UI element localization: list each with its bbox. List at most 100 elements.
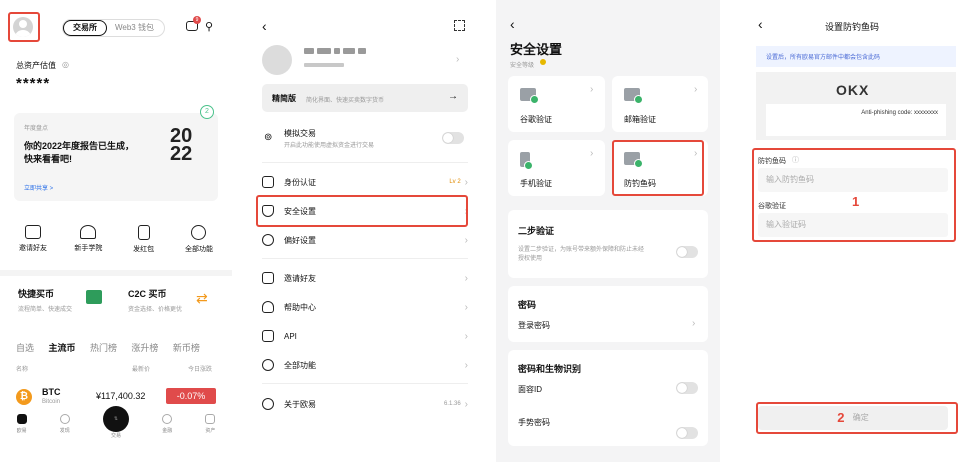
tab-web3-wallet[interactable]: Web3 钱包 bbox=[106, 21, 163, 35]
login-password-item[interactable]: 登录密码 bbox=[518, 320, 550, 331]
app-version: 6.1.36 bbox=[443, 401, 461, 407]
back-icon[interactable]: ‹ bbox=[510, 16, 515, 32]
two-step-desc-2: 授权使用 bbox=[518, 256, 543, 262]
tab-favorites[interactable]: 自选 bbox=[16, 343, 34, 353]
face-id-toggle[interactable] bbox=[676, 382, 698, 394]
menu-preferences[interactable]: 偏好设置 › bbox=[262, 226, 468, 254]
two-step-title: 二步验证 bbox=[518, 226, 555, 236]
two-step-toggle[interactable] bbox=[676, 246, 698, 258]
anti-phishing-screen: ‹ 设置防钓鱼码 设置后，所有欧易官方邮件中都会包含此码 OKX Anti-ph… bbox=[740, 0, 964, 462]
invite-icon bbox=[262, 272, 274, 284]
anti-phishing-input[interactable]: 输入防钓鱼码 bbox=[758, 168, 948, 192]
nav-discover[interactable]: 发现 bbox=[59, 414, 70, 439]
graduation-icon bbox=[80, 225, 97, 239]
more-icon bbox=[191, 225, 207, 240]
report-tag: 年度盘点 bbox=[24, 126, 49, 132]
red-packet-icon bbox=[137, 225, 150, 240]
tab-exchange[interactable]: 交易所 bbox=[64, 21, 106, 35]
masked-uid bbox=[304, 63, 344, 67]
google-code-input[interactable]: 输入验证码 bbox=[758, 213, 948, 237]
demo-trading-row: ⊚ 模拟交易 开启此功能使用虚拟资金进行交易 bbox=[262, 124, 468, 154]
chevron-right-icon: › bbox=[464, 234, 468, 246]
phone-icon bbox=[520, 152, 533, 170]
quick-all[interactable]: 全部功能 bbox=[176, 225, 222, 254]
report-title-1: 你的2022年度报告已生成， bbox=[24, 141, 135, 151]
tab-gainers[interactable]: 涨升榜 bbox=[131, 343, 158, 353]
menu-all-features[interactable]: 全部功能 › bbox=[262, 351, 468, 379]
row-change: -0.07% bbox=[166, 388, 216, 404]
headset-icon bbox=[262, 301, 274, 313]
nav-trade[interactable]: ⇅ 交易 bbox=[103, 406, 129, 439]
back-icon[interactable]: ‹ bbox=[262, 18, 267, 34]
anti-phishing-sample: Anti-phishing code: xxxxxxxx bbox=[861, 110, 938, 116]
security-settings-screen: ‹ 安全设置 安全等级 › 谷歌验证 › 邮箱验证 › 手机验证 › 防钓鱼码 … bbox=[496, 0, 720, 462]
quick-invite[interactable]: 邀请好友 bbox=[10, 225, 56, 254]
tab-new[interactable]: 新币榜 bbox=[173, 343, 200, 353]
demo-title: 模拟交易 bbox=[284, 129, 316, 138]
email-preview: Anti-phishing code: xxxxxxxx bbox=[766, 104, 946, 136]
menu-help[interactable]: 帮助中心 › bbox=[262, 293, 468, 321]
page: 交易所 Web3 钱包 9 ⚲ 总资产估值 ◎ ***** 年度盘点 你的202… bbox=[0, 0, 964, 462]
tile-email-auth[interactable]: › 邮箱验证 bbox=[612, 76, 708, 132]
invite-icon bbox=[25, 225, 41, 239]
chevron-right-icon: › bbox=[590, 148, 594, 159]
col-name: 名称 bbox=[16, 367, 29, 373]
chevron-right-icon: › bbox=[590, 84, 594, 95]
lite-sub: 简化界面、快速买卖数字货币 bbox=[306, 98, 385, 104]
mode-switch[interactable]: 交易所 Web3 钱包 bbox=[62, 19, 165, 37]
report-share-link[interactable]: 立即共享 > bbox=[24, 183, 53, 192]
promo-quick-buy[interactable]: 快捷买币 流程简单、快速成交 bbox=[18, 287, 72, 313]
tile-google-auth[interactable]: › 谷歌验证 bbox=[508, 76, 605, 132]
finance-icon bbox=[162, 414, 173, 424]
menu-kyc[interactable]: 身份认证 Lv 2 › bbox=[262, 168, 468, 196]
scan-icon[interactable] bbox=[454, 20, 465, 31]
chevron-right-icon: › bbox=[464, 301, 468, 313]
nav-assets[interactable]: 资产 bbox=[205, 414, 215, 439]
biometric-title: 密码和生物识别 bbox=[518, 364, 582, 374]
google-auth-label: 谷歌验证 bbox=[758, 203, 786, 210]
security-level-label: 安全等级 bbox=[510, 63, 535, 69]
divider bbox=[262, 162, 468, 163]
tab-hot[interactable]: 热门榜 bbox=[90, 343, 117, 353]
tab-mainstream[interactable]: 主流币 bbox=[48, 343, 75, 353]
quick-red-packet[interactable]: 发红包 bbox=[121, 225, 167, 254]
more-icon bbox=[262, 359, 274, 371]
demo-toggle[interactable] bbox=[442, 132, 464, 144]
chevron-right-icon: › bbox=[464, 330, 468, 342]
home-screen: 交易所 Web3 钱包 9 ⚲ 总资产估值 ◎ ***** 年度盘点 你的202… bbox=[0, 0, 232, 462]
chevron-right-icon: › bbox=[456, 54, 460, 65]
exchange-icon: ⇄ bbox=[196, 290, 208, 306]
security-highlight bbox=[256, 195, 468, 227]
tile-phone-auth[interactable]: › 手机验证 bbox=[508, 140, 605, 196]
id-card-icon bbox=[262, 176, 274, 188]
report-counter: 2 bbox=[200, 105, 214, 119]
masked-username bbox=[304, 48, 366, 54]
nav-finance[interactable]: 金融 bbox=[162, 414, 172, 439]
compass-icon bbox=[59, 414, 70, 424]
email-icon bbox=[624, 88, 643, 104]
profile-avatar[interactable] bbox=[262, 45, 292, 75]
gesture-toggle[interactable] bbox=[676, 427, 698, 439]
year-graphic: 20 22 bbox=[170, 125, 193, 165]
col-change: 今日涨跌 bbox=[188, 367, 213, 373]
okx-logo: OKX bbox=[836, 82, 870, 98]
nav-home[interactable]: 欧易 bbox=[16, 414, 27, 439]
report-title-2: 快来看看吧! bbox=[24, 154, 72, 164]
search-icon[interactable]: ⚲ bbox=[205, 20, 213, 33]
menu-api[interactable]: API › bbox=[262, 322, 468, 350]
help-icon[interactable]: ⓘ bbox=[792, 155, 799, 165]
eye-icon[interactable]: ◎ bbox=[62, 60, 69, 69]
promo-c2c[interactable]: C2C 买币 资金选择、价格更优 bbox=[128, 287, 182, 313]
kyc-level: Lv 2 bbox=[449, 179, 461, 185]
avatar-highlight bbox=[8, 12, 40, 42]
menu-invite[interactable]: 邀请好友 › bbox=[262, 264, 468, 292]
annual-report-card[interactable]: 年度盘点 你的2022年度报告已生成， 快来看看吧! 立即共享 > 20 22 2 bbox=[14, 105, 218, 201]
quick-academy[interactable]: 新手学院 bbox=[65, 225, 111, 254]
divider bbox=[0, 270, 232, 276]
menu-about[interactable]: 关于欧易 6.1.36 › bbox=[262, 390, 468, 418]
google-auth-icon bbox=[520, 88, 539, 104]
demo-icon: ⊚ bbox=[264, 132, 273, 143]
lite-mode-banner[interactable]: 精简版 简化界面、快速买卖数字货币 → bbox=[262, 84, 468, 112]
chevron-right-icon: › bbox=[464, 359, 468, 371]
api-icon bbox=[262, 330, 274, 342]
